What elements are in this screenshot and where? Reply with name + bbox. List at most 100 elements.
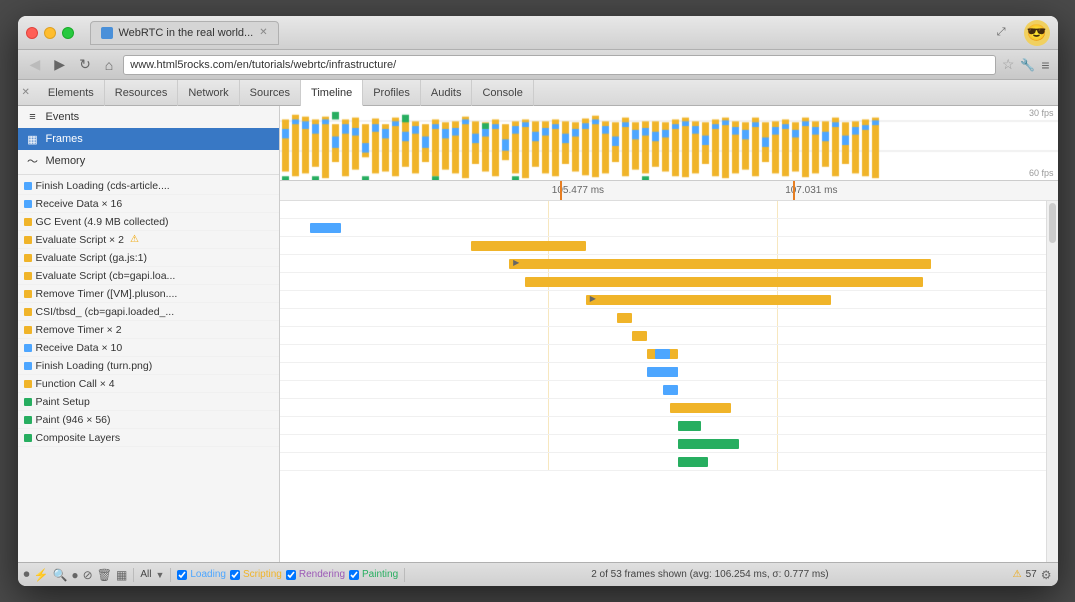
timeline-bar	[525, 277, 923, 287]
event-item[interactable]: Evaluate Script × 2⚠	[18, 231, 279, 249]
timeline-row[interactable]	[280, 273, 1046, 291]
expand-arrow[interactable]: ▶	[513, 258, 519, 267]
tab-resources[interactable]: Resources	[105, 80, 179, 106]
event-dot	[24, 218, 32, 226]
event-item[interactable]: Evaluate Script (cb=gapi.loa...	[18, 267, 279, 285]
event-item[interactable]: Composite Layers	[18, 429, 279, 447]
maximize-button[interactable]	[62, 27, 74, 39]
title-bar: WebRTC in the real world... ✕ ⤢ 😎	[18, 16, 1058, 50]
event-dot	[24, 362, 32, 370]
tab-close-button[interactable]: ✕	[259, 27, 267, 38]
timeline-bar	[678, 439, 739, 449]
tab-elements[interactable]: Elements	[38, 80, 105, 106]
event-item[interactable]: Function Call × 4	[18, 375, 279, 393]
scrollbar[interactable]	[1046, 201, 1058, 562]
timeline-row[interactable]	[280, 345, 1046, 363]
sep2	[170, 568, 171, 582]
timeline-row[interactable]	[280, 363, 1046, 381]
traffic-lights	[26, 27, 74, 39]
settings-icon[interactable]: ⚙	[1041, 568, 1052, 582]
event-item[interactable]: Remove Timer × 2	[18, 321, 279, 339]
timeline-ruler: 105.477 ms 107.031 ms	[280, 181, 1058, 201]
event-text: Function Call × 4	[36, 378, 115, 390]
expand-arrow[interactable]: ▶	[590, 294, 596, 303]
record-icon[interactable]: ⏺	[24, 567, 30, 582]
timeline-bar	[471, 241, 586, 251]
timeline-row[interactable]	[280, 327, 1046, 345]
tab-sources[interactable]: Sources	[240, 80, 301, 106]
filter-painting[interactable]: Painting	[349, 569, 398, 580]
filter-loading[interactable]: Loading	[177, 569, 226, 580]
event-item[interactable]: Finish Loading (cds-article....	[18, 177, 279, 195]
timeline-row[interactable]	[280, 201, 1046, 219]
extension-icon[interactable]: 🔧	[1020, 58, 1035, 72]
timeline-row[interactable]	[280, 453, 1046, 471]
event-dot	[24, 308, 32, 316]
event-item[interactable]: Paint Setup	[18, 393, 279, 411]
trash-icon[interactable]: 🗑	[97, 568, 112, 582]
loading-checkbox[interactable]	[177, 570, 187, 580]
timeline-rows: ▶▶	[280, 201, 1046, 562]
event-item[interactable]: Remove Timer ([VM].pluson....	[18, 285, 279, 303]
event-text: Paint (946 × 56)	[36, 414, 111, 426]
event-text: Composite Layers	[36, 432, 121, 444]
event-item[interactable]: CSI/tbsd_ (cb=gapi.loaded_...	[18, 303, 279, 321]
timeline-row[interactable]	[280, 399, 1046, 417]
home-button[interactable]: ⌂	[101, 55, 117, 75]
timeline-row[interactable]	[280, 219, 1046, 237]
sidebar-item-events[interactable]: ≡ Events	[18, 106, 279, 128]
timeline-bar	[678, 457, 709, 467]
tab-audits[interactable]: Audits	[421, 80, 473, 106]
timeline-row[interactable]: ▶	[280, 255, 1046, 273]
reload-button[interactable]: ↻	[75, 54, 95, 75]
stop-icon[interactable]: ⊘	[83, 568, 93, 582]
event-item[interactable]: Receive Data × 10	[18, 339, 279, 357]
clear-icon[interactable]: ⚡	[34, 568, 49, 582]
event-dot	[24, 182, 32, 190]
filter-dropdown[interactable]: ▼	[155, 570, 164, 580]
event-text: Paint Setup	[36, 396, 90, 408]
event-item[interactable]: GC Event (4.9 MB collected)	[18, 213, 279, 231]
tab-profiles[interactable]: Profiles	[363, 80, 421, 106]
back-button[interactable]: ◀	[26, 54, 45, 75]
sidebar-item-memory[interactable]: 〜 Memory	[18, 150, 279, 172]
url-bar[interactable]: www.html5rocks.com/en/tutorials/webrtc/i…	[123, 55, 996, 75]
timeline-row[interactable]	[280, 237, 1046, 255]
browser-tab[interactable]: WebRTC in the real world... ✕	[90, 21, 279, 45]
tab-timeline[interactable]: Timeline	[301, 80, 363, 106]
minimize-button[interactable]	[44, 27, 56, 39]
tab-favicon	[101, 27, 113, 39]
filter-rendering[interactable]: Rendering	[286, 569, 345, 580]
menu-icon[interactable]: ≡	[1041, 57, 1049, 73]
sidebar-item-frames[interactable]: ▦ Frames	[18, 128, 279, 150]
timeline-row[interactable]	[280, 381, 1046, 399]
timeline-row[interactable]: ▶	[280, 291, 1046, 309]
close-button[interactable]	[26, 27, 38, 39]
search-icon[interactable]: 🔍	[52, 568, 67, 582]
event-text: Evaluate Script (ga.js:1)	[36, 252, 147, 264]
sidebar-item-label-memory: Memory	[46, 155, 86, 167]
tab-network[interactable]: Network	[178, 80, 239, 106]
painting-checkbox[interactable]	[349, 570, 359, 580]
events-icon: ≡	[26, 111, 40, 123]
frame-info: 2 of 53 frames shown (avg: 106.254 ms, σ…	[411, 569, 1008, 580]
timeline-row[interactable]	[280, 417, 1046, 435]
timeline-row[interactable]	[280, 309, 1046, 327]
event-item[interactable]: Paint (946 × 56)	[18, 411, 279, 429]
timeline-row[interactable]	[280, 435, 1046, 453]
bookmark-icon[interactable]: ☆	[1002, 56, 1015, 73]
timeline-bar	[586, 295, 831, 305]
scripting-checkbox[interactable]	[230, 570, 240, 580]
forward-button[interactable]: ▶	[50, 54, 69, 75]
event-item[interactable]: Finish Loading (turn.png)	[18, 357, 279, 375]
devtools-close-button[interactable]: ✕	[22, 87, 30, 98]
rendering-checkbox[interactable]	[286, 570, 296, 580]
emoji: 😎	[1027, 23, 1047, 43]
cursor-icon[interactable]: ▦	[116, 568, 127, 582]
event-item[interactable]: Evaluate Script (ga.js:1)	[18, 249, 279, 267]
dot-icon[interactable]: ●	[71, 568, 78, 582]
filter-scripting[interactable]: Scripting	[230, 569, 282, 580]
event-text: Finish Loading (turn.png)	[36, 360, 153, 372]
event-item[interactable]: Receive Data × 16	[18, 195, 279, 213]
tab-console[interactable]: Console	[472, 80, 533, 106]
